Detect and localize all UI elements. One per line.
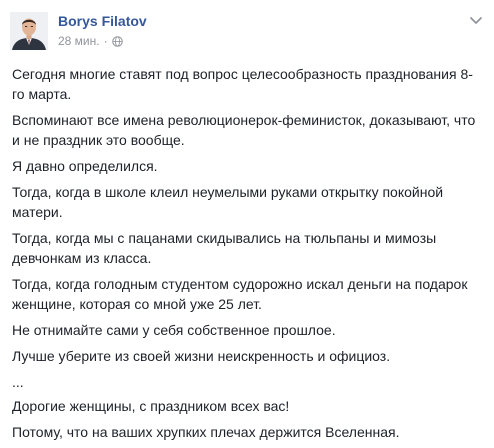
post-paragraph: Потому, что на ваших хрупких плечах держ… — [12, 424, 400, 440]
avatar-image — [10, 12, 48, 50]
globe-icon[interactable] — [111, 35, 123, 47]
post-timestamp[interactable]: 28 мин. — [58, 34, 100, 48]
post-paragraph: Лучше уберите из своей жизни неискреннос… — [12, 348, 391, 364]
post-body: Сегодня многие ставят под вопрос целесоо… — [12, 64, 476, 448]
avatar[interactable] — [10, 12, 48, 50]
facebook-post: Borys Filatov 28 мин. · Сегодня многие с… — [0, 0, 494, 446]
post-ellipsis: ... — [12, 374, 24, 390]
meta-separator: · — [103, 34, 108, 48]
post-paragraph: Тогда, когда голодным студентом судорожн… — [12, 276, 468, 312]
post-paragraph: Не отнимайте сами у себя собственное про… — [12, 322, 336, 338]
post-paragraph: Вспоминают все имена революционерок-феми… — [12, 112, 476, 148]
post-paragraph: Тогда, когда в школе клеил неумелыми рук… — [12, 184, 444, 220]
author-name-link[interactable]: Borys Filatov — [58, 13, 147, 29]
post-meta: 28 мин. · — [58, 34, 123, 48]
chevron-down-icon[interactable] — [468, 14, 484, 26]
post-paragraph: Дорогие женщины, с праздником всех вас! — [12, 398, 290, 414]
post-paragraph: Я давно определился. — [12, 158, 158, 174]
post-paragraph: Тогда, когда мы с пацанами скидывались н… — [12, 230, 437, 266]
post-paragraph: Сегодня многие ставят под вопрос целесоо… — [12, 66, 473, 102]
